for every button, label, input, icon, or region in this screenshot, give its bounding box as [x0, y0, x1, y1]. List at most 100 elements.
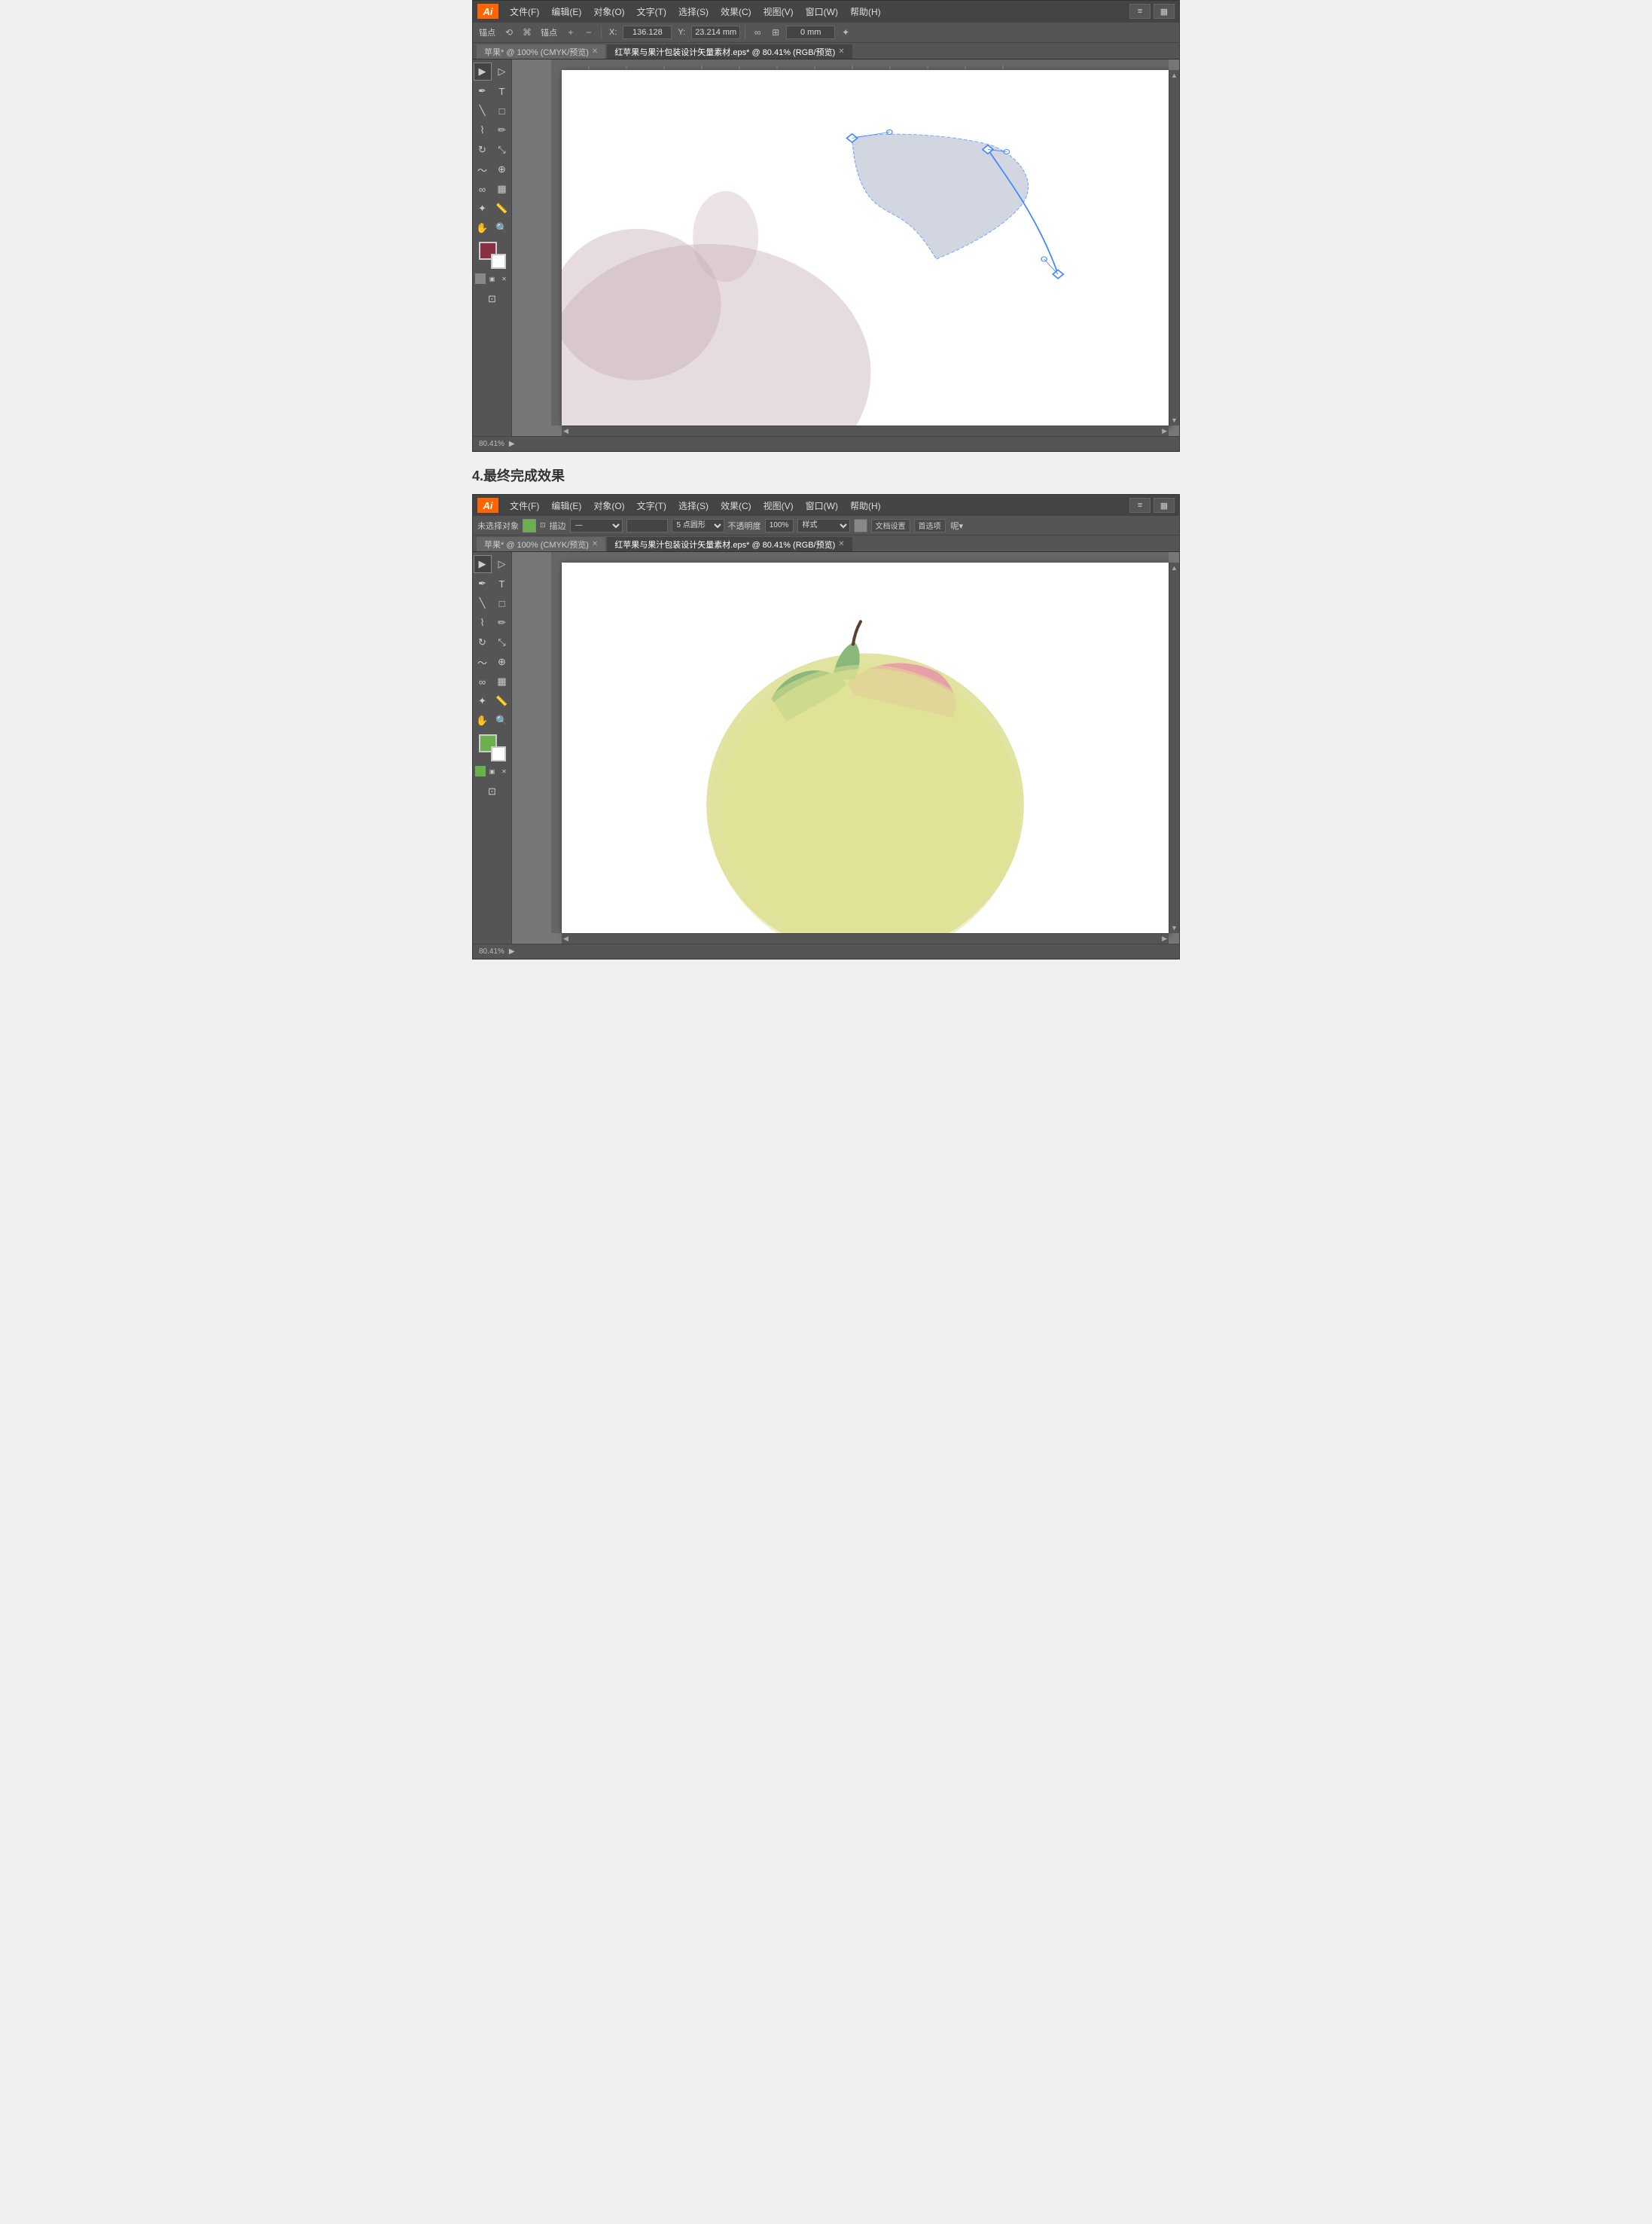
x-input[interactable]: [623, 26, 672, 39]
type-tool[interactable]: T: [493, 82, 511, 100]
rotate-tool[interactable]: ↻: [474, 141, 492, 159]
line-tool-2[interactable]: ╲: [474, 594, 492, 612]
stroke-swatch[interactable]: [491, 254, 506, 269]
shape-tool-2[interactable]: □: [493, 594, 511, 612]
menu-file-1[interactable]: 文件(F): [504, 4, 544, 20]
select-tool-2[interactable]: ▶: [474, 555, 492, 573]
pen-tool-2[interactable]: ✒: [474, 575, 492, 593]
tab-eps-1[interactable]: 红苹果与果汁包装设计矢量素材.eps* @ 80.41% (RGB/预览) ✕: [606, 44, 852, 59]
opacity-input[interactable]: [765, 519, 794, 532]
direct-select-tool-2[interactable]: ▷: [493, 555, 511, 573]
style-swatch[interactable]: [854, 519, 867, 532]
warp-tool[interactable]: 〜: [474, 160, 492, 178]
menu-select-2[interactable]: 选择(S): [673, 498, 714, 514]
tab-close-1[interactable]: ✕: [592, 47, 598, 56]
menu-file-2[interactable]: 文件(F): [504, 498, 544, 514]
stroke-swatch-2[interactable]: [491, 746, 506, 761]
select-tool[interactable]: ▶: [474, 63, 492, 81]
warp-tool-2[interactable]: 〜: [474, 653, 492, 671]
zoom-tool-2[interactable]: 🔍: [493, 712, 511, 730]
w-input[interactable]: [786, 26, 835, 39]
tab-apple-2[interactable]: 苹果* @ 100% (CMYK/预览) ✕: [476, 536, 606, 551]
color-btn[interactable]: [475, 273, 486, 284]
puppet-tool-2[interactable]: ⊕: [493, 653, 511, 671]
tab-apple-1[interactable]: 苹果* @ 100% (CMYK/预览) ✕: [476, 44, 606, 59]
stroke-width-input[interactable]: [626, 519, 668, 532]
menu-effect-2[interactable]: 效果(C): [715, 498, 757, 514]
point-shape-select[interactable]: 5 点圆形: [672, 519, 724, 532]
menu-effect-1[interactable]: 效果(C): [715, 4, 757, 20]
chart-tool[interactable]: ▦: [493, 180, 511, 198]
v-scrollbar-1[interactable]: ▲ ▼: [1169, 70, 1179, 426]
menu-edit-2[interactable]: 编辑(E): [546, 498, 587, 514]
pencil-tool[interactable]: ✏: [493, 121, 511, 139]
pen-tool[interactable]: ✒: [474, 82, 492, 100]
menu-view-1[interactable]: 视图(V): [758, 4, 799, 20]
menu-window-2[interactable]: 窗口(W): [800, 498, 843, 514]
arrange-btn-2[interactable]: ≡: [1129, 498, 1151, 513]
eyedropper-tool-2[interactable]: ✦: [474, 692, 492, 710]
expand-icon[interactable]: ⊞: [768, 25, 783, 40]
delete-anchor-icon[interactable]: −: [581, 25, 596, 40]
none-btn-2[interactable]: ✕: [499, 766, 510, 776]
menu-help-2[interactable]: 帮助(H): [845, 498, 886, 514]
measure-tool[interactable]: 📏: [493, 200, 511, 218]
brush-tool[interactable]: ⌇: [474, 121, 492, 139]
blend-tool[interactable]: ∞: [474, 180, 492, 198]
tab-close-3[interactable]: ✕: [592, 540, 598, 548]
arrange-btn-1[interactable]: ≡: [1129, 4, 1151, 19]
menu-type-1[interactable]: 文字(T): [632, 4, 672, 20]
screen-mode-btn-2[interactable]: ⊡: [483, 783, 501, 801]
pencil-tool-2[interactable]: ✏: [493, 614, 511, 632]
chart-tool-2[interactable]: ▦: [493, 673, 511, 691]
blend-tool-2[interactable]: ∞: [474, 673, 492, 691]
prefs-btn[interactable]: 首选项: [914, 519, 946, 532]
more-options-icon[interactable]: 呢▾: [951, 520, 964, 532]
measure-tool-2[interactable]: 📏: [493, 692, 511, 710]
h-scrollbar-1[interactable]: ◀ ▶: [562, 426, 1169, 436]
gradient-btn-2[interactable]: ▣: [487, 766, 498, 776]
color-btn-2[interactable]: [475, 766, 486, 776]
none-btn[interactable]: ✕: [499, 273, 510, 284]
scale-tool[interactable]: ⤡: [493, 141, 511, 159]
zoom-tool[interactable]: 🔍: [493, 219, 511, 237]
doc-settings-btn[interactable]: 文档设置: [871, 519, 910, 532]
workspace-btn-1[interactable]: ▦: [1154, 4, 1175, 19]
add-anchor-icon[interactable]: +: [563, 25, 578, 40]
eyedropper-tool[interactable]: ✦: [474, 200, 492, 218]
shape-tool[interactable]: □: [493, 102, 511, 120]
rotate-tool-2[interactable]: ↻: [474, 633, 492, 651]
v-scrollbar-2[interactable]: ▲ ▼: [1169, 563, 1179, 933]
fill-color-btn[interactable]: [523, 519, 536, 532]
direct-select-tool[interactable]: ▷: [493, 63, 511, 81]
puppet-tool[interactable]: ⊕: [493, 160, 511, 178]
settings-icon[interactable]: ✦: [838, 25, 853, 40]
tab-eps-2[interactable]: 红苹果与果汁包装设计矢量素材.eps* @ 80.41% (RGB/预览) ✕: [606, 536, 852, 551]
type-tool-2[interactable]: T: [493, 575, 511, 593]
tab-close-2[interactable]: ✕: [838, 47, 844, 56]
tab-close-4[interactable]: ✕: [838, 540, 844, 548]
screen-mode-btn[interactable]: ⊡: [483, 290, 501, 308]
menu-select-1[interactable]: 选择(S): [673, 4, 714, 20]
convert-icon[interactable]: ⟲: [501, 25, 517, 40]
hand-tool[interactable]: ✋: [474, 219, 492, 237]
menu-window-1[interactable]: 窗口(W): [800, 4, 843, 20]
workspace-btn-2[interactable]: ▦: [1154, 498, 1175, 513]
scale-tool-2[interactable]: ⤡: [493, 633, 511, 651]
menu-type-2[interactable]: 文字(T): [632, 498, 672, 514]
menu-object-1[interactable]: 对象(O): [588, 4, 629, 20]
menu-object-2[interactable]: 对象(O): [588, 498, 629, 514]
menu-help-1[interactable]: 帮助(H): [845, 4, 886, 20]
style-select[interactable]: 样式: [797, 519, 850, 532]
hand-tool-2[interactable]: ✋: [474, 712, 492, 730]
menu-edit-1[interactable]: 编辑(E): [546, 4, 587, 20]
stroke-select[interactable]: —: [570, 519, 623, 532]
handle-icon[interactable]: ⌘: [520, 25, 535, 40]
gradient-btn[interactable]: ▣: [487, 273, 498, 284]
menu-view-2[interactable]: 视图(V): [758, 498, 799, 514]
h-scrollbar-2[interactable]: ◀ ▶: [562, 933, 1169, 944]
line-tool[interactable]: ╲: [474, 102, 492, 120]
link-icon[interactable]: ∞: [750, 25, 765, 40]
brush-tool-2[interactable]: ⌇: [474, 614, 492, 632]
y-input[interactable]: [691, 26, 740, 39]
